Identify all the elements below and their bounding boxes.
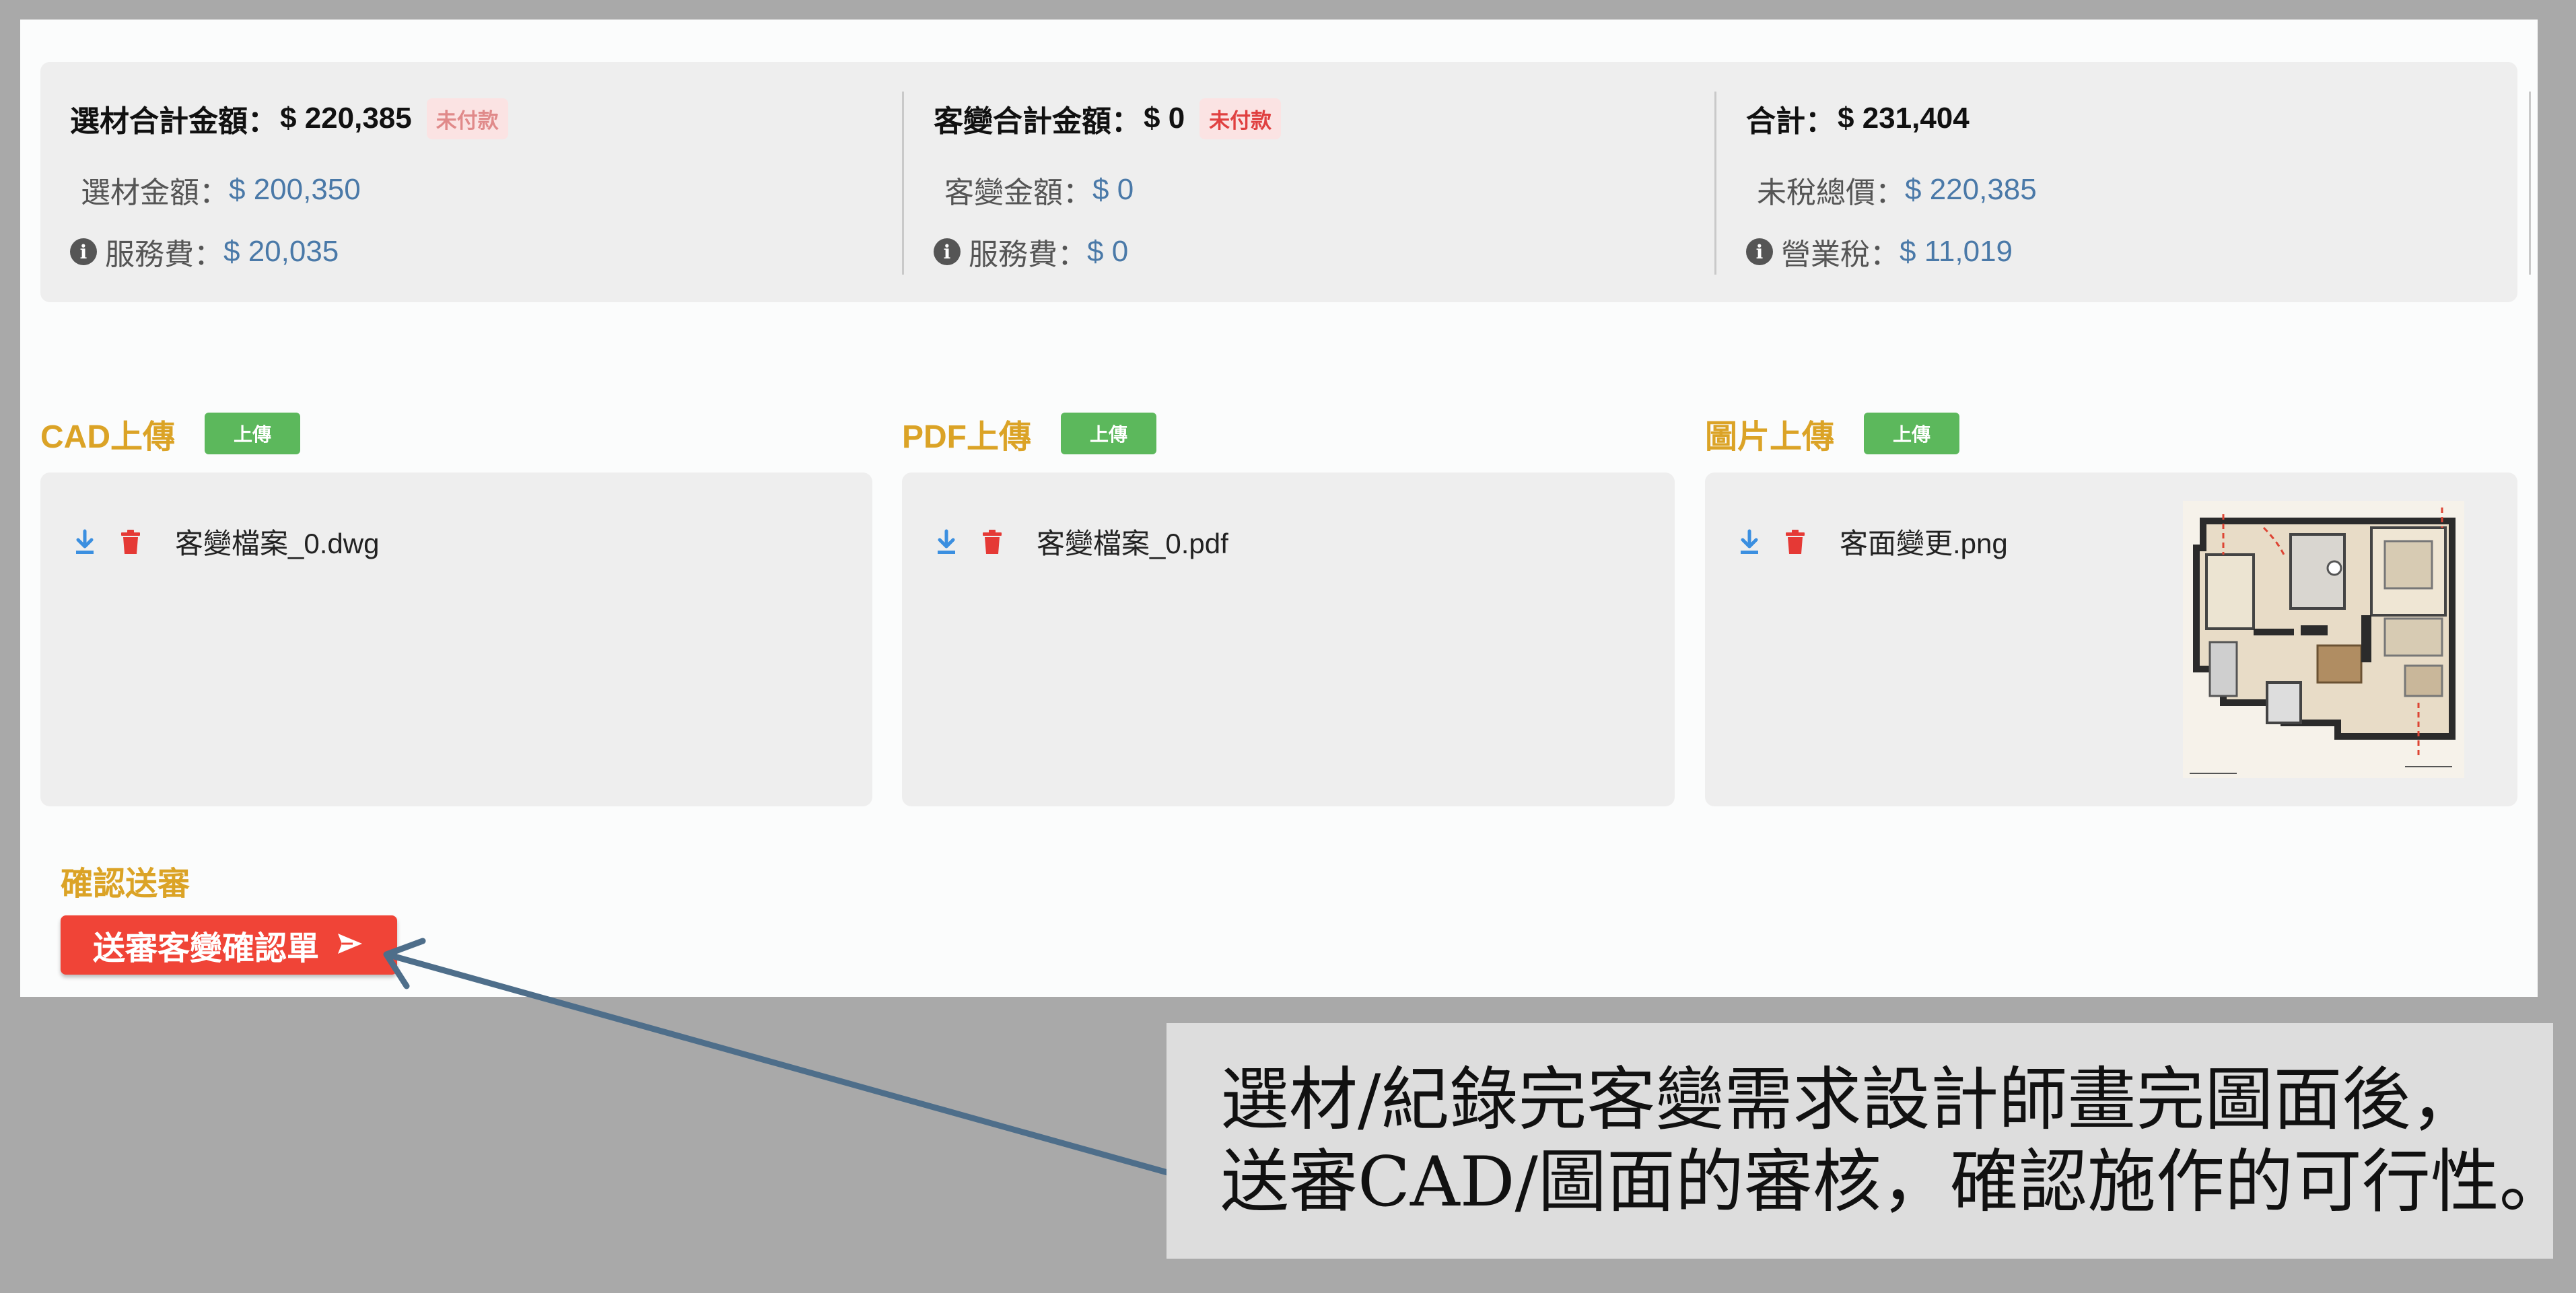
callout-line-2: 送審CAD/圖面的審核，確認施作的可行性。 <box>1220 1142 2568 1222</box>
annotation-callout: 選材/紀錄完客變需求設計師畫完圖面後， 送審CAD/圖面的審核，確認施作的可行性… <box>1167 1023 2568 1259</box>
callout-line-1: 選材/紀錄完客變需求設計師畫完圖面後， <box>1220 1060 2480 1140</box>
